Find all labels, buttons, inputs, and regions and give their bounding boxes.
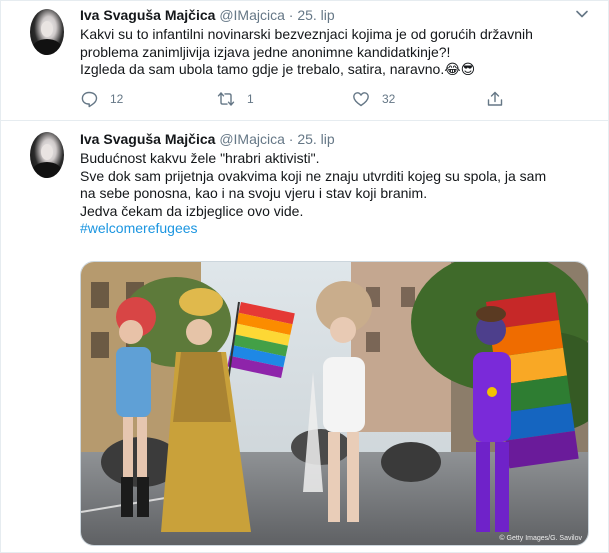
author-name[interactable]: Iva Svaguša Majčica xyxy=(80,131,215,147)
reply-button[interactable]: 12 xyxy=(80,90,123,108)
like-button[interactable]: 32 xyxy=(352,90,395,108)
tweet-header: Iva Svaguša Majčica @IMajcica · 25. lip xyxy=(80,130,589,148)
tweet-text-line: Sve dok sam prijetnja ovakvima koji ne z… xyxy=(80,167,547,184)
avatar-shoulder xyxy=(32,162,62,178)
avatar-shoulder xyxy=(32,39,62,55)
author-handle[interactable]: @IMajcica xyxy=(219,131,285,147)
tweet-content: Iva Svaguša Majčica @IMajcica · 25. lip … xyxy=(80,6,589,79)
author-name[interactable]: Iva Svaguša Majčica xyxy=(80,7,215,23)
author-handle[interactable]: @IMajcica xyxy=(219,7,285,23)
retweet-count: 1 xyxy=(247,92,254,106)
heart-icon xyxy=(353,92,369,107)
tweet-text: Budućnost kakvu žele "hrabri aktivisti".… xyxy=(80,150,589,238)
avatar[interactable] xyxy=(30,9,64,55)
tweet-date[interactable]: 25. lip xyxy=(297,131,334,147)
hashtag-link[interactable]: #welcomerefugees xyxy=(80,220,589,238)
tweet-text: Kakvi su to infantilni novinarski bezvez… xyxy=(80,26,589,79)
tweet-text-line: na sebe ponosna, kao i na svoju vjeru i … xyxy=(80,185,428,201)
like-count: 32 xyxy=(382,92,396,106)
reply-icon xyxy=(81,91,98,108)
tweet[interactable]: Iva Svaguša Majčica @IMajcica · 25. lip … xyxy=(0,0,609,121)
tweet-content: Iva Svaguša Majčica @IMajcica · 25. lip … xyxy=(80,130,589,238)
tweet[interactable]: Iva Svaguša Majčica @IMajcica · 25. lip … xyxy=(0,122,609,553)
tweet-text-line: Izgleda da sam ubola tamo gdje je trebal… xyxy=(80,61,476,77)
chevron-down-icon[interactable] xyxy=(575,7,589,21)
tweet-text-line: Budućnost kakvu žele "hrabri aktivisti". xyxy=(80,150,320,166)
avatar-face xyxy=(41,144,53,160)
avatar-face xyxy=(41,21,53,37)
tweet-text-line: problema zanimljivija izjava jedne anoni… xyxy=(80,43,451,60)
tweet-header: Iva Svaguša Majčica @IMajcica · 25. lip xyxy=(80,6,589,24)
share-icon xyxy=(487,91,503,106)
share-button[interactable] xyxy=(486,90,504,108)
tweet-photo[interactable]: © Getty Images/G. Savilov xyxy=(80,261,589,546)
tweet-text-line: Jedva čekam da izbjeglice ovo vide. xyxy=(80,202,304,219)
separator-dot: · xyxy=(288,131,294,147)
separator-dot: · xyxy=(288,7,294,23)
image-credit: © Getty Images/G. Savilov xyxy=(499,535,582,542)
tweet-text-line: Kakvi su to infantilni novinarski bezvez… xyxy=(80,26,533,42)
tweet-actions: 12 1 32 xyxy=(80,90,520,112)
retweet-button[interactable]: 1 xyxy=(217,90,254,108)
avatar[interactable] xyxy=(30,132,64,178)
reply-count: 12 xyxy=(110,92,124,106)
parade-photo xyxy=(81,262,588,545)
tweet-date[interactable]: 25. lip xyxy=(297,7,334,23)
retweet-icon xyxy=(217,92,235,106)
